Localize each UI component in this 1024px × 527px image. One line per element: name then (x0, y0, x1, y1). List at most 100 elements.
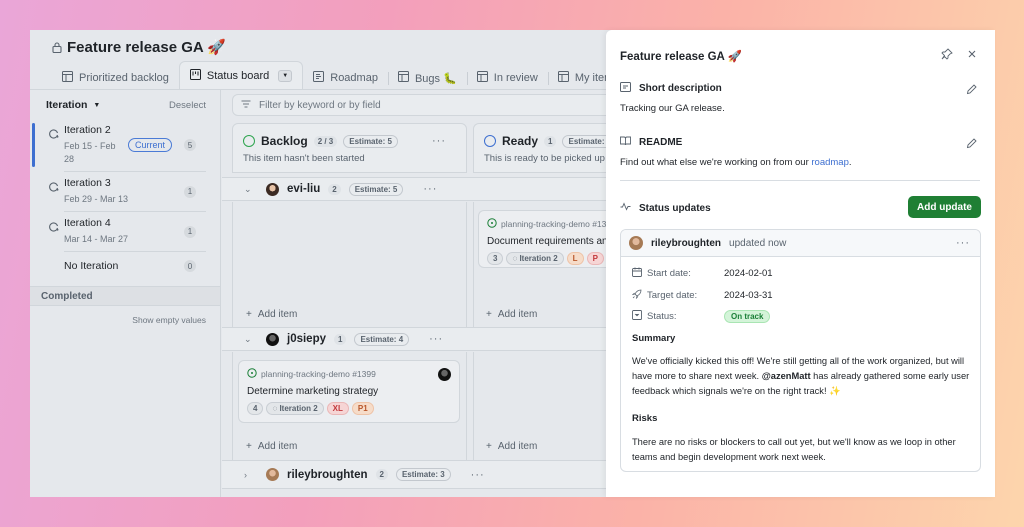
group-count: 2 (328, 183, 341, 195)
summary-heading: Summary (632, 333, 676, 344)
slice-sidebar: Iteration ▼ Deselect Iteration 2 Feb 15 … (30, 90, 221, 497)
priority-tag: P1 (351, 402, 374, 415)
risks-heading: Risks (632, 413, 658, 424)
table-icon (62, 71, 73, 85)
add-item-button[interactable]: + Add item (486, 309, 537, 320)
update-author[interactable]: rileybroughten (651, 238, 721, 249)
chevron-right-icon[interactable]: › (244, 470, 258, 480)
group-menu-button[interactable]: ··· (471, 469, 485, 481)
card-title: Determine marketing strategy (247, 386, 379, 397)
status-update-card: rileybroughten updated now ··· Start dat… (620, 229, 981, 472)
start-date-row: Start date: 2024-02-01 (632, 267, 773, 280)
size-tag: XL (326, 402, 349, 415)
column-estimate: Estimate: 5 (343, 134, 398, 148)
slice-field-selector[interactable]: Iteration ▼ (46, 99, 100, 111)
field-label: Start date: (647, 268, 691, 279)
target-date-value: 2024-03-31 (724, 290, 773, 301)
rocket-icon (631, 289, 642, 302)
iteration-tag-label: Iteration 2 (519, 254, 558, 263)
add-update-button[interactable]: Add update (908, 196, 981, 218)
sidebar-item-no-iteration[interactable]: No Iteration 0 (30, 252, 220, 280)
edit-readme-icon[interactable] (966, 136, 977, 154)
group-menu-button[interactable]: ··· (429, 333, 443, 345)
table-icon (476, 71, 488, 85)
card-repo: planning-tracking-demo #13 (501, 219, 607, 229)
add-item-button[interactable]: + Add item (246, 441, 297, 452)
readme-text: Find out what else we're working on from… (620, 157, 852, 168)
chevron-down-icon[interactable]: ⌄ (244, 184, 258, 195)
status-circle-icon (484, 135, 496, 147)
open-issue-icon (247, 368, 257, 380)
column-menu-button[interactable]: ··· (432, 135, 446, 147)
group-estimate: Estimate: 5 (348, 182, 404, 196)
close-icon[interactable] (967, 48, 977, 63)
iteration-icon (49, 126, 59, 144)
caret-down-icon: ▼ (93, 101, 101, 109)
sidebar-item-iteration-3[interactable]: Iteration 3 Feb 29 - Mar 13 1 (30, 172, 220, 211)
completed-section-header[interactable]: Completed (30, 286, 220, 306)
add-item-button[interactable]: + Add item (246, 309, 297, 320)
view-options-dropdown[interactable]: ▼ (278, 70, 293, 82)
tab-label: Bugs 🐛 (414, 72, 457, 85)
book-icon (620, 136, 631, 149)
group-user-name: evi-liu (287, 183, 321, 195)
table-icon (557, 71, 569, 85)
sidebar-header: Iteration ▼ Deselect (30, 91, 220, 119)
item-count: 0 (184, 260, 196, 272)
group-menu-button[interactable]: ··· (423, 183, 437, 195)
board-card[interactable]: planning-tracking-demo #1399 Determine m… (238, 360, 460, 423)
item-count: 1 (184, 225, 196, 238)
roadmap-link[interactable]: roadmap (811, 157, 849, 168)
readme-end: . (848, 157, 852, 168)
item-count: 1 (184, 185, 196, 198)
tab-status-board[interactable]: Status board ▼ (178, 61, 304, 90)
iteration-tag: ◌ Iteration 2 (506, 252, 564, 265)
group-estimate: Estimate: 3 (395, 468, 451, 481)
update-menu-button[interactable]: ··· (956, 237, 970, 249)
column-name: Ready (502, 134, 539, 148)
estimate-tag: 4 (247, 402, 264, 415)
group-user-name: rileybroughten (287, 468, 368, 481)
section-label: Short description (639, 83, 722, 94)
lock-icon (52, 41, 62, 53)
filter-placeholder: Filter by keyword or by field (259, 99, 381, 111)
sidebar-item-iteration-2[interactable]: Iteration 2 Feb 15 - Feb 28 Current 5 (30, 119, 220, 171)
tab-label: Roadmap (330, 72, 378, 84)
plus-icon: + (246, 309, 252, 320)
open-issue-icon (487, 218, 497, 230)
sidebar-item-iteration-4[interactable]: Iteration 4 Mar 14 - Mar 27 1 (30, 212, 220, 251)
filter-icon (241, 100, 251, 111)
board-icon (189, 69, 201, 83)
deselect-button[interactable]: Deselect (169, 100, 206, 111)
filter-input[interactable]: Filter by keyword or by field (232, 94, 630, 116)
project-title-text: Feature release GA 🚀 (67, 39, 227, 56)
group-row-j0siepy[interactable]: ⌄ j0siepy 1 Estimate: 4 ··· (222, 327, 630, 351)
add-item-label: Add item (257, 441, 298, 452)
tab-in-review[interactable]: In review (466, 66, 548, 90)
show-empty-values-button[interactable]: Show empty values (30, 315, 220, 325)
add-item-label: Add item (257, 309, 298, 320)
tab-roadmap[interactable]: Roadmap (303, 66, 388, 90)
tab-bugs[interactable]: Bugs 🐛 (387, 66, 467, 90)
add-item-button[interactable]: + Add item (486, 441, 537, 452)
chevron-down-icon[interactable]: ⌄ (244, 334, 258, 345)
current-badge: Current (127, 138, 172, 152)
edit-short-description-icon[interactable] (966, 82, 977, 100)
readme-body: Find out what else we're working on from… (620, 157, 812, 168)
pulse-icon (620, 202, 631, 214)
group-estimate: Estimate: 4 (354, 332, 410, 346)
assignee-avatar (438, 368, 451, 381)
group-row-rileybroughten[interactable]: › rileybroughten 2 Estimate: 3 ··· (222, 460, 630, 489)
group-count: 1 (334, 333, 347, 345)
pin-icon[interactable] (941, 48, 953, 63)
readme-heading: README (620, 136, 682, 149)
user-mention[interactable]: @azenMatt (762, 371, 811, 381)
status-circle-icon (243, 135, 255, 147)
group-user-name: j0siepy (287, 333, 326, 345)
project-window: Feature release GA 🚀 Prioritized backlog… (30, 30, 630, 497)
group-row-evi-liu[interactable]: ⌄ evi-liu 2 Estimate: 5 ··· (222, 177, 630, 201)
start-date-value: 2024-02-01 (724, 268, 773, 279)
column-description: This item hasn't been started (243, 153, 365, 164)
divider (620, 180, 980, 181)
tab-prioritized-backlog[interactable]: Prioritized backlog (52, 66, 179, 90)
